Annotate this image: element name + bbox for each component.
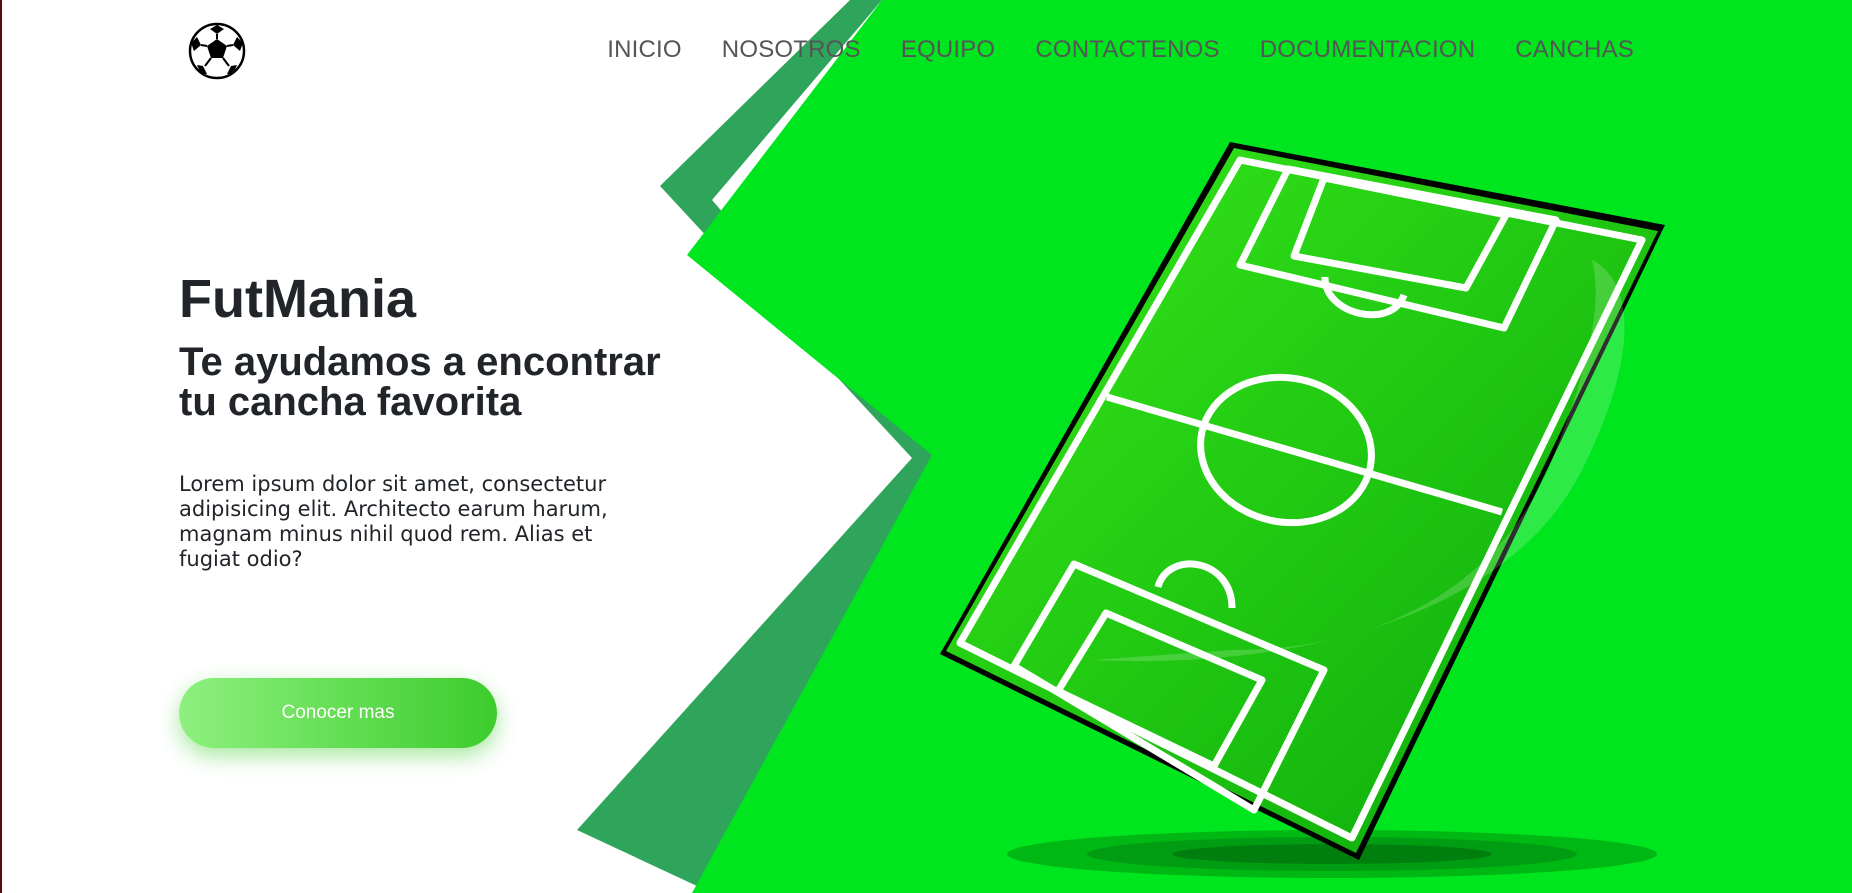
soccer-ball-icon[interactable]	[187, 21, 247, 81]
nav-link-documentacion[interactable]: DOCUMENTACION	[1260, 36, 1475, 64]
field-shadow-inner	[1172, 844, 1492, 864]
nav-links: INICIO NOSOTROS EQUIPO CONTACTENOS DOCUM…	[607, 36, 1634, 64]
nav-link-nosotros[interactable]: NOSOTROS	[722, 36, 861, 64]
soccer-field-illustration	[940, 142, 1665, 878]
navbar: INICIO NOSOTROS EQUIPO CONTACTENOS DOCUM…	[2, 0, 1852, 100]
hero-section: FutMania Te ayudamos a encontrar tu canc…	[179, 268, 679, 572]
nav-link-equipo[interactable]: EQUIPO	[901, 36, 996, 64]
nav-link-inicio[interactable]: INICIO	[607, 36, 682, 64]
hero-subtitle: Te ayudamos a encontrar tu cancha favori…	[179, 340, 661, 424]
nav-link-contactenos[interactable]: CONTACTENOS	[1035, 36, 1219, 64]
nav-link-canchas[interactable]: CANCHAS	[1515, 36, 1634, 64]
hero-description: Lorem ipsum dolor sit amet, consectetur …	[179, 472, 608, 571]
hero-title: FutMania	[179, 269, 416, 329]
landing-page: INICIO NOSOTROS EQUIPO CONTACTENOS DOCUM…	[0, 0, 1852, 893]
conocer-mas-button[interactable]: Conocer mas	[179, 678, 497, 748]
